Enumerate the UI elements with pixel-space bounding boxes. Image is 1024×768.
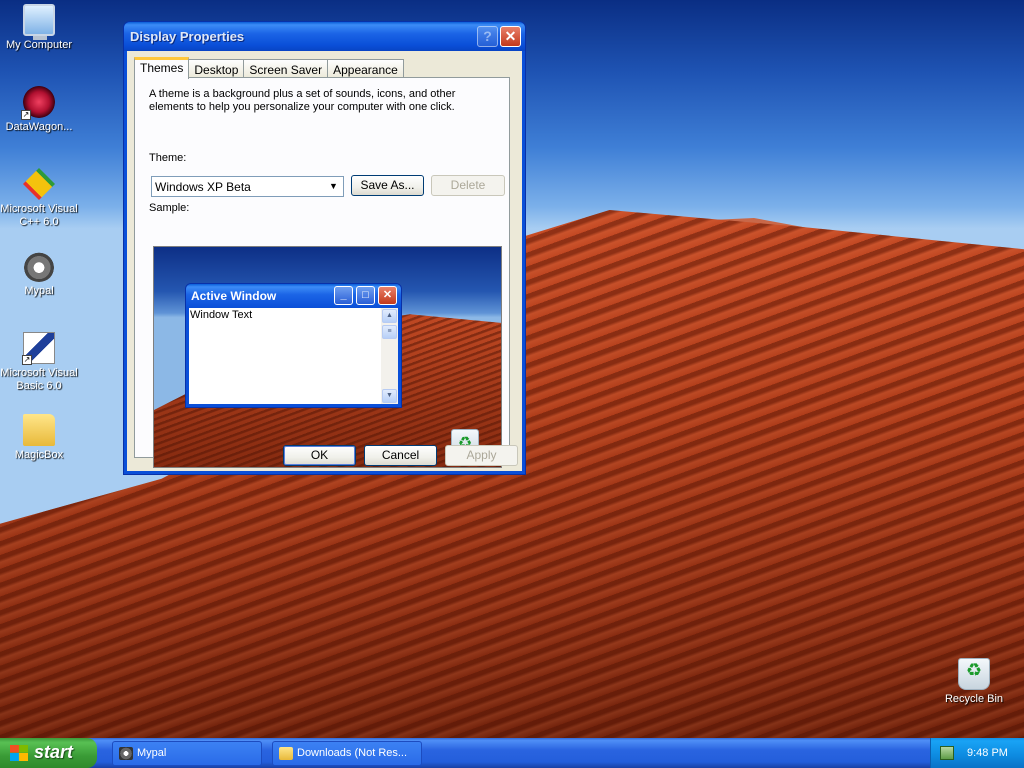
taskbar-item-label: Mypal	[137, 747, 167, 759]
start-button[interactable]: start	[0, 738, 97, 768]
tab-themes[interactable]: Themes	[134, 57, 190, 79]
taskbar-item-mypal[interactable]: Mypal	[112, 741, 262, 766]
theme-select[interactable]: Windows XP Beta ▼	[151, 176, 344, 197]
minimize-icon: _	[334, 286, 353, 305]
network-icon[interactable]	[940, 746, 954, 760]
delete-button[interactable]: Delete	[431, 175, 505, 196]
mypal-icon	[119, 747, 133, 760]
desktop-icon-label: Microsoft Visual Basic 6.0	[0, 367, 78, 392]
sample-window-text: Window Text	[190, 309, 253, 321]
desktop-icon-datawagon[interactable]: ↗ DataWagon...	[0, 86, 79, 134]
theme-description: A theme is a background plus a set of so…	[149, 88, 456, 113]
folder-icon	[279, 747, 293, 760]
desktop-icon-label: Recycle Bin	[944, 693, 1004, 705]
chevron-down-icon[interactable]: ▼	[325, 178, 342, 195]
desktop-icon-magicbox[interactable]: MagicBox	[0, 414, 79, 462]
clock[interactable]: 9:48 PM	[967, 747, 1008, 759]
sample-active-window: Active Window _ □ ✕ Window Text ▲ ≡ ▼	[185, 283, 402, 408]
desktop-icon-label: DataWagon...	[5, 121, 73, 133]
sample-scrollbar: ▲ ≡ ▼	[381, 308, 398, 404]
sample-window-body: Window Text ▲ ≡ ▼	[189, 308, 398, 404]
system-tray: 9:48 PM	[930, 738, 1024, 768]
cancel-button[interactable]: Cancel	[364, 445, 437, 466]
visual-basic-icon: ↗	[22, 332, 55, 365]
apply-button[interactable]: Apply	[445, 445, 518, 466]
theme-select-value: Windows XP Beta	[155, 180, 251, 194]
sample-window-title: Active Window	[191, 289, 277, 303]
close-button[interactable]: ✕	[500, 26, 521, 47]
help-button[interactable]: ?	[477, 26, 498, 47]
datawagon-icon: ↗	[21, 86, 55, 120]
tab-strip: Themes Desktop Screen Saver Appearance	[134, 57, 404, 79]
tab-desktop[interactable]: Desktop	[188, 59, 245, 78]
close-icon: ✕	[378, 286, 397, 305]
dialog-title: Display Properties	[130, 29, 245, 44]
theme-label: Theme:	[149, 152, 187, 164]
scroll-down-icon: ▼	[382, 389, 397, 403]
scroll-thumb-icon: ≡	[382, 325, 397, 339]
save-as-button[interactable]: Save As...	[351, 175, 424, 196]
tab-screen-saver[interactable]: Screen Saver	[243, 59, 329, 78]
mypal-icon	[23, 250, 55, 282]
desktop-icon-visual-basic[interactable]: ↗ Microsoft Visual Basic 6.0	[0, 332, 79, 393]
dialog-titlebar[interactable]: Display Properties ? ✕	[124, 22, 525, 51]
visual-cpp-icon	[23, 168, 55, 200]
theme-sample-preview: ♻ Active Window _ □ ✕ Window Text ▲ ≡ ▼	[153, 246, 502, 468]
folder-icon	[23, 414, 55, 446]
start-label: start	[34, 742, 74, 762]
dialog-client: Themes Desktop Screen Saver Appearance A…	[127, 51, 522, 471]
taskbar-item-downloads[interactable]: Downloads (Not Res...	[272, 741, 422, 766]
my-computer-icon	[23, 4, 55, 40]
sample-label: Sample:	[149, 202, 190, 214]
recycle-bin-icon	[958, 658, 990, 690]
desktop-icon-my-computer[interactable]: My Computer	[0, 4, 79, 52]
scroll-up-icon: ▲	[382, 309, 397, 323]
themes-panel: A theme is a background plus a set of so…	[134, 77, 510, 468]
desktop-icon-label: My Computer	[5, 39, 73, 51]
desktop-icon-visual-cpp[interactable]: Microsoft Visual C++ 6.0	[0, 168, 79, 229]
ok-button[interactable]: OK	[283, 445, 356, 466]
windows-logo-icon-lower	[10, 753, 28, 761]
desktop-icon-label: MagicBox	[14, 449, 64, 461]
taskbar-item-label: Downloads (Not Res...	[297, 747, 408, 759]
shortcut-arrow-icon: ↗	[21, 110, 31, 120]
desktop-icon-label: Mypal	[24, 285, 54, 297]
tab-appearance[interactable]: Appearance	[327, 59, 404, 78]
shortcut-arrow-icon: ↗	[22, 355, 32, 365]
desktop-icon-recycle-bin[interactable]: Recycle Bin	[934, 658, 1014, 706]
display-properties-dialog: Display Properties ? ✕ Themes Desktop Sc…	[123, 21, 526, 475]
maximize-icon: □	[356, 286, 375, 305]
desktop-icon-label: Microsoft Visual C++ 6.0	[0, 203, 78, 228]
sample-window-titlebar: Active Window _ □ ✕	[186, 284, 401, 308]
desktop-icon-mypal[interactable]: Mypal	[0, 250, 79, 298]
taskbar: start Mypal Downloads (Not Res... 9:48 P…	[0, 738, 1024, 768]
